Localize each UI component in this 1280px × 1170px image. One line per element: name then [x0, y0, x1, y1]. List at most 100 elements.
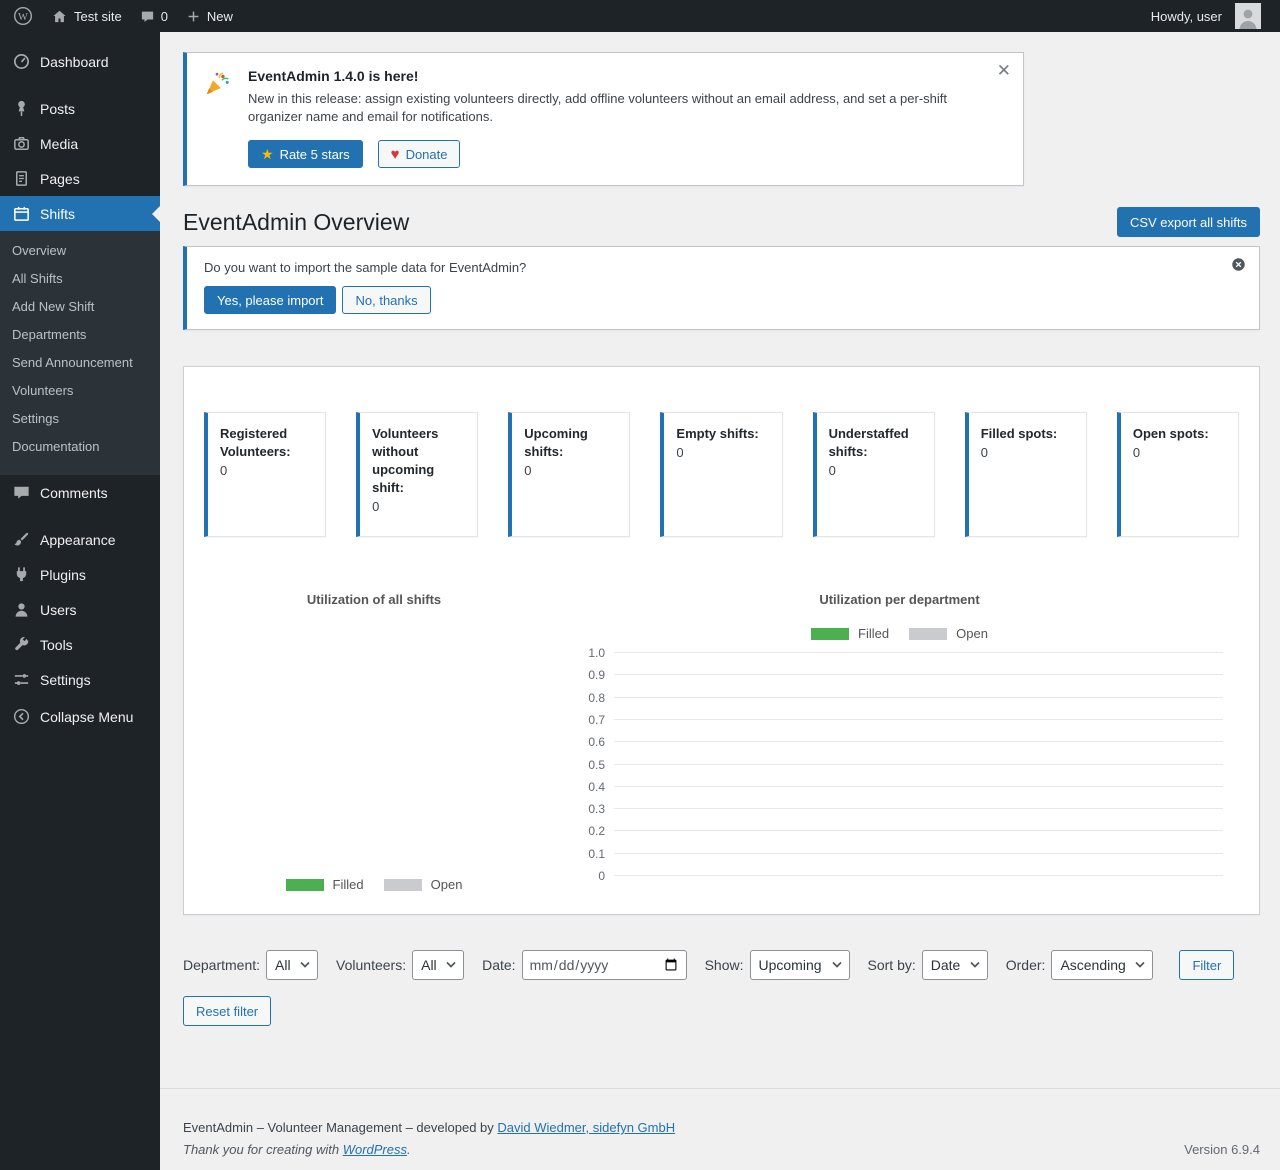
sort-by-label: Sort by: — [868, 957, 916, 973]
reset-filter-button[interactable]: Reset filter — [183, 996, 271, 1026]
date-input[interactable] — [522, 950, 687, 980]
submenu-item-documentation[interactable]: Documentation — [0, 433, 160, 461]
utilization-all-shifts-chart: Utilization of all shifts Filled Open — [204, 592, 544, 892]
y-axis-tick: 0.1 — [588, 847, 605, 861]
appearance-icon — [11, 530, 31, 549]
sidebar-item-label: Shifts — [40, 205, 75, 223]
legend-item-filled[interactable]: Filled — [286, 877, 364, 892]
sidebar-item-pages[interactable]: Pages — [0, 161, 160, 196]
site-name-menu[interactable]: Test site — [42, 0, 131, 32]
donate-button[interactable]: ♥ Donate — [378, 140, 461, 168]
comments-menu[interactable]: 0 — [131, 0, 177, 32]
sidebar-item-comments[interactable]: Comments — [0, 475, 160, 510]
star-icon: ★ — [261, 147, 274, 161]
gridline: 0.6 — [614, 741, 1223, 742]
stat-value: 0 — [372, 499, 465, 514]
submenu-item-settings[interactable]: Settings — [0, 405, 160, 433]
collapse-menu-button[interactable]: Collapse Menu — [0, 699, 160, 734]
sidebar-item-settings[interactable]: Settings — [0, 662, 160, 697]
sidebar-item-plugins[interactable]: Plugins — [0, 557, 160, 592]
sidebar-item-label: Posts — [40, 100, 75, 118]
version-text: Version 6.9.4 — [1184, 1142, 1260, 1157]
date-label: Date: — [482, 957, 515, 973]
wordpress-thanks: Thank you for creating with WordPress. — [183, 1142, 675, 1157]
volunteers-select[interactable]: All — [412, 950, 464, 980]
department-label: Department: — [183, 957, 260, 973]
sidebar-item-appearance[interactable]: Appearance — [0, 522, 160, 557]
comments-icon — [11, 483, 31, 502]
donate-label: Donate — [406, 147, 448, 162]
y-axis-tick: 0.6 — [588, 735, 605, 749]
department-select[interactable]: All — [266, 950, 318, 980]
sidebar-item-users[interactable]: Users — [0, 592, 160, 627]
plugins-icon — [11, 565, 31, 584]
legend-item-open[interactable]: Open — [909, 626, 988, 641]
utilization-per-department-chart: Utilization per department Filled Open 1… — [560, 592, 1239, 892]
new-menu[interactable]: New — [177, 0, 242, 32]
stat-card-registered-volunteers: Registered Volunteers: 0 — [204, 412, 326, 537]
sidebar-item-dashboard[interactable]: Dashboard — [0, 44, 160, 79]
party-popper-icon — [203, 68, 231, 168]
submenu-item-departments[interactable]: Departments — [0, 321, 160, 349]
svg-text:W: W — [18, 12, 28, 23]
gridline: 0 — [614, 875, 1223, 876]
developer-link[interactable]: David Wiedmer, sidefyn GmbH — [497, 1120, 675, 1135]
y-axis-tick: 0.2 — [588, 824, 605, 838]
reset-filter-label: Reset filter — [196, 1004, 258, 1019]
wordpress-logo[interactable]: W — [4, 0, 42, 32]
legend-label: Open — [956, 626, 988, 641]
csv-export-button[interactable]: CSV export all shifts — [1117, 207, 1260, 237]
sidebar-item-label: Users — [40, 601, 77, 619]
page-title: EventAdmin Overview — [183, 207, 409, 237]
import-no-label: No, thanks — [355, 293, 417, 308]
open-swatch — [384, 879, 422, 891]
legend-label: Filled — [858, 626, 889, 641]
filter-button[interactable]: Filter — [1179, 950, 1234, 980]
order-select[interactable]: Ascending — [1051, 950, 1153, 980]
dismiss-icon[interactable] — [1231, 257, 1246, 272]
close-icon[interactable]: ✕ — [997, 62, 1011, 79]
sidebar-item-tools[interactable]: Tools — [0, 627, 160, 662]
rate-5-stars-button[interactable]: ★ Rate 5 stars — [248, 140, 363, 168]
wordpress-link[interactable]: WordPress — [343, 1142, 407, 1157]
filled-swatch — [286, 879, 324, 891]
overview-panel: Registered Volunteers: 0 Volunteers with… — [183, 366, 1260, 915]
update-notice-body: New in this release: assign existing vol… — [248, 90, 948, 126]
sidebar-item-label: Appearance — [40, 531, 116, 549]
submenu-item-send-announcement[interactable]: Send Announcement — [0, 349, 160, 377]
submenu-item-add-new-shift[interactable]: Add New Shift — [0, 293, 160, 321]
stat-card-open-spots: Open spots: 0 — [1117, 412, 1239, 537]
import-yes-button[interactable]: Yes, please import — [204, 286, 336, 314]
stat-label: Open spots: — [1133, 425, 1226, 443]
admin-bar: W Test site 0 New Howdy, user — [0, 0, 1280, 32]
stat-label: Understaffed shifts: — [829, 425, 922, 461]
howdy-menu[interactable]: Howdy, user — [1142, 0, 1270, 32]
menu-separator — [0, 79, 160, 91]
legend-item-open[interactable]: Open — [384, 877, 463, 892]
users-icon — [11, 600, 31, 619]
filters-row: Department: All Volunteers: All Date: Sh… — [183, 950, 1260, 980]
new-label: New — [207, 9, 233, 24]
main-area: EventAdmin 1.4.0 is here! New in this re… — [160, 0, 1280, 1088]
sort-by-select[interactable]: Date — [922, 950, 988, 980]
thanks-period: . — [407, 1142, 411, 1157]
rate-label: Rate 5 stars — [280, 147, 350, 162]
stat-label: Filled spots: — [981, 425, 1074, 443]
plus-icon — [186, 9, 201, 24]
import-no-button[interactable]: No, thanks — [342, 286, 430, 314]
submenu-item-all-shifts[interactable]: All Shifts — [0, 265, 160, 293]
import-notice: Do you want to import the sample data fo… — [183, 246, 1260, 330]
chart-title: Utilization per department — [560, 592, 1239, 607]
stat-card-understaffed-shifts: Understaffed shifts: 0 — [813, 412, 935, 537]
submenu-item-overview[interactable]: Overview — [0, 237, 160, 265]
show-select[interactable]: Upcoming — [750, 950, 850, 980]
avatar[interactable] — [1235, 3, 1261, 29]
sidebar-item-shifts[interactable]: Shifts — [0, 196, 160, 231]
open-swatch — [909, 628, 947, 640]
sidebar-item-posts[interactable]: Posts — [0, 91, 160, 126]
order-label: Order: — [1006, 957, 1046, 973]
sidebar-item-media[interactable]: Media — [0, 126, 160, 161]
legend-label: Filled — [333, 877, 364, 892]
submenu-item-volunteers[interactable]: Volunteers — [0, 377, 160, 405]
legend-item-filled[interactable]: Filled — [811, 626, 889, 641]
